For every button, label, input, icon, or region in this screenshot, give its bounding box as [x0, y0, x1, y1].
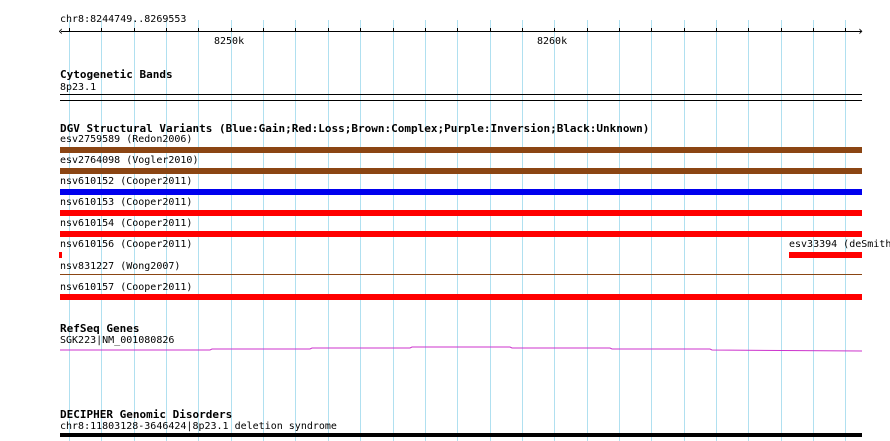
variant-bar-loss[interactable]	[60, 210, 862, 216]
variant-label[interactable]: esv33394 (deSmith	[789, 239, 890, 251]
variant-bar-complex[interactable]	[60, 147, 862, 153]
ruler-tick	[69, 28, 70, 32]
cytoband-label[interactable]: 8p23.1	[60, 82, 96, 94]
ruler-axis	[61, 31, 861, 32]
decipher-track-title[interactable]: DECIPHER Genomic Disorders	[60, 408, 232, 421]
ruler-tick	[101, 28, 102, 32]
cytoband-top-line	[60, 94, 862, 95]
ruler-tick	[231, 28, 232, 32]
ruler-tick	[522, 28, 523, 32]
variant-label[interactable]: nsv610154 (Cooper2011)	[60, 218, 192, 230]
variant-label[interactable]: esv2759589 (Redon2006)	[60, 134, 192, 146]
cytoband-bottom-line	[60, 100, 862, 101]
variant-bar-complex[interactable]	[60, 168, 862, 174]
decipher-feature-bar[interactable]	[60, 433, 862, 437]
refseq-track-title[interactable]: RefSeq Genes	[60, 322, 139, 335]
cytobands-track-title[interactable]: Cytogenetic Bands	[60, 68, 173, 81]
ruler-tick	[619, 28, 620, 32]
ruler-tick	[651, 28, 652, 32]
ruler-tick	[393, 28, 394, 32]
ruler-tick	[684, 28, 685, 32]
ruler-left-arrow-icon: ‹	[57, 24, 65, 38]
ruler-tick	[490, 28, 491, 32]
variant-bar-loss[interactable]	[60, 294, 862, 300]
ruler-tick	[587, 28, 588, 32]
ruler-location: chr8:8244749..8269553	[60, 14, 187, 25]
ruler-tick	[554, 28, 555, 32]
ruler-tick	[457, 28, 458, 32]
variant-label[interactable]: nsv610153 (Cooper2011)	[60, 197, 192, 209]
decipher-feature-label[interactable]: chr8:11803128-3646424|8p23.1 deletion sy…	[60, 421, 337, 433]
ruler-tick	[425, 28, 426, 32]
ruler-tick	[134, 28, 135, 32]
ruler-tick	[295, 28, 296, 32]
ruler-tick	[716, 28, 717, 32]
variant-label[interactable]: nsv610157 (Cooper2011)	[60, 282, 192, 294]
variant-bar-loss[interactable]	[789, 252, 862, 258]
gene-model[interactable]	[0, 340, 890, 360]
variant-bar-complex[interactable]	[60, 274, 862, 275]
ruler-tick	[360, 28, 361, 32]
ruler-tick-label-8250k: 8250k	[214, 36, 245, 47]
variant-label[interactable]: nsv610152 (Cooper2011)	[60, 176, 192, 188]
ruler-tick	[748, 28, 749, 32]
ruler-tick	[198, 28, 199, 32]
ruler-tick	[263, 28, 264, 32]
ruler-tick	[328, 28, 329, 32]
variant-bar-gain[interactable]	[60, 189, 862, 195]
ruler-tick	[781, 28, 782, 32]
ruler-right-arrow-icon: ›	[857, 24, 865, 38]
variant-label[interactable]: esv2764098 (Vogler2010)	[60, 155, 198, 167]
ruler-tick	[813, 28, 814, 32]
ruler-tick	[166, 28, 167, 32]
ruler-tick	[845, 28, 846, 32]
variant-label[interactable]: nsv610156 (Cooper2011)	[60, 239, 192, 251]
variant-label[interactable]: nsv831227 (Wong2007)	[60, 261, 180, 273]
variant-bar-loss[interactable]	[59, 252, 62, 258]
ruler-tick-label-8260k: 8260k	[537, 36, 568, 47]
gene-transcript-line	[60, 346, 863, 352]
variant-bar-loss[interactable]	[60, 231, 862, 237]
